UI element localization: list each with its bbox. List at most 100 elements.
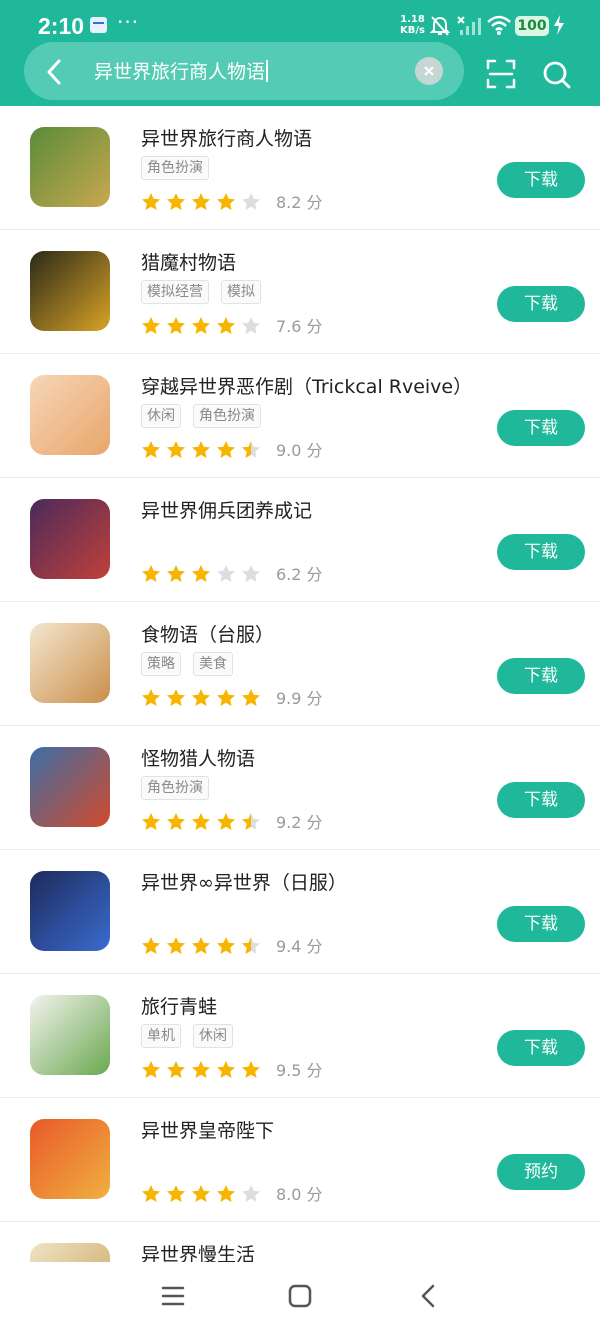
category-tag: 美食 xyxy=(193,652,233,676)
star-icon xyxy=(167,317,185,334)
scan-button[interactable] xyxy=(486,59,516,93)
result-item[interactable]: 猎魔村物语 模拟经营 模拟 7.6 分下载 xyxy=(0,230,600,354)
score-text: 6.2 分 xyxy=(276,565,323,584)
star-icon xyxy=(167,1061,185,1078)
download-button[interactable]: 下载 xyxy=(497,658,585,694)
rating-row: 8.2 分 xyxy=(141,189,323,212)
star-rating xyxy=(141,1059,266,1079)
app-name[interactable]: 猎魔村物语 xyxy=(141,248,236,275)
search-button[interactable] xyxy=(542,60,572,94)
app-icon[interactable] xyxy=(30,623,110,703)
app-icon[interactable] xyxy=(30,747,110,827)
chevron-left-icon[interactable] xyxy=(44,59,64,89)
score-text: 9.0 分 xyxy=(276,441,323,460)
star-icon xyxy=(142,193,160,210)
tag-list: 策略 美食 xyxy=(141,652,245,676)
star-icon xyxy=(142,441,160,458)
category-tag: 角色扮演 xyxy=(193,404,261,428)
result-item[interactable]: 异世界皇帝陛下 8.0 分 预约 xyxy=(0,1098,600,1222)
star-icon xyxy=(167,1185,185,1202)
app-icon[interactable] xyxy=(30,995,110,1075)
app-name[interactable]: 异世界皇帝陛下 xyxy=(141,1116,274,1143)
app-name[interactable]: 异世界佣兵团养成记 xyxy=(141,496,312,523)
result-item[interactable]: 穿越异世界恶作剧（Trickcal Rveive） 休闲 角色扮演 9.0 分 下载 xyxy=(0,354,600,478)
result-item[interactable]: 食物语（台服） 策略 美食 9.9 分 下载 xyxy=(0,602,600,726)
download-button[interactable]: 下载 xyxy=(497,162,585,198)
star-icon xyxy=(192,441,210,458)
rating-row: 6.2 分 xyxy=(141,561,323,584)
star-rating xyxy=(141,811,266,831)
rating-row: 9.5 分 xyxy=(141,1057,323,1080)
category-tag: 策略 xyxy=(141,652,181,676)
app-icon[interactable] xyxy=(30,251,110,331)
download-button[interactable]: 下载 xyxy=(497,410,585,446)
category-tag: 休闲 xyxy=(141,404,181,428)
star-icon xyxy=(192,689,210,706)
star-icon xyxy=(242,937,260,954)
search-bar[interactable]: 异世界旅行商人物语 xyxy=(24,42,464,100)
star-icon xyxy=(242,1061,260,1078)
score-text: 8.2 分 xyxy=(276,193,323,212)
reserve-button[interactable]: 预约 xyxy=(497,1154,585,1190)
star-icon xyxy=(167,689,185,706)
search-input[interactable]: 异世界旅行商人物语 xyxy=(94,57,269,84)
star-icon xyxy=(192,937,210,954)
back-nav-icon[interactable] xyxy=(418,1284,438,1312)
tag-list: 角色扮演 xyxy=(141,776,221,800)
scan-icon xyxy=(486,59,516,89)
app-name[interactable]: 异世界旅行商人物语 xyxy=(141,124,312,151)
star-icon xyxy=(142,689,160,706)
category-tag: 角色扮演 xyxy=(141,156,209,180)
tag-list: 单机 休闲 xyxy=(141,1024,245,1048)
star-icon xyxy=(167,441,185,458)
star-icon xyxy=(242,193,260,210)
star-icon xyxy=(192,317,210,334)
category-tag: 角色扮演 xyxy=(141,776,209,800)
clear-button[interactable] xyxy=(415,57,443,85)
star-icon xyxy=(142,813,160,830)
download-button[interactable]: 下载 xyxy=(497,906,585,942)
text-caret xyxy=(266,60,269,82)
star-icon xyxy=(242,441,260,458)
star-icon xyxy=(142,1185,160,1202)
score-text: 7.6 分 xyxy=(276,317,323,336)
star-rating xyxy=(141,315,266,335)
result-item[interactable]: 异世界∞异世界（日服） 9.4 分 下载 xyxy=(0,850,600,974)
star-icon xyxy=(192,813,210,830)
search-query: 异世界旅行商人物语 xyxy=(94,61,266,83)
star-icon xyxy=(192,193,210,210)
app-icon[interactable] xyxy=(30,499,110,579)
app-name[interactable]: 食物语（台服） xyxy=(141,620,274,647)
star-icon xyxy=(142,565,160,582)
app-name[interactable]: 穿越异世界恶作剧（Trickcal Rveive） xyxy=(141,372,472,399)
app-icon[interactable] xyxy=(30,375,110,455)
app-name[interactable]: 异世界∞异世界（日服） xyxy=(141,868,347,895)
app-name[interactable]: 怪物猎人物语 xyxy=(141,744,255,771)
category-tag: 模拟经营 xyxy=(141,280,209,304)
result-item[interactable]: 旅行青蛙单机 休闲 9.5 分 下载 xyxy=(0,974,600,1098)
star-icon xyxy=(192,1185,210,1202)
app-icon[interactable] xyxy=(30,871,110,951)
download-button[interactable]: 下载 xyxy=(497,782,585,818)
menu-icon[interactable] xyxy=(160,1284,186,1312)
app-name[interactable]: 旅行青蛙 xyxy=(141,992,217,1019)
result-item[interactable]: 怪物猎人物语 角色扮演 9.2 分 下载 xyxy=(0,726,600,850)
more-notifications-icon: ··· xyxy=(117,10,140,34)
star-icon xyxy=(217,317,235,334)
star-icon xyxy=(242,689,260,706)
download-button[interactable]: 下载 xyxy=(497,1030,585,1066)
category-tag: 休闲 xyxy=(193,1024,233,1048)
clear-icon xyxy=(424,66,434,76)
star-rating xyxy=(141,1183,266,1203)
result-item[interactable]: 异世界旅行商人物语 角色扮演 8.2 分 下载 xyxy=(0,106,600,230)
app-icon[interactable] xyxy=(30,1119,110,1199)
star-icon xyxy=(217,193,235,210)
download-button[interactable]: 下载 xyxy=(497,534,585,570)
star-icon xyxy=(217,813,235,830)
wifi-icon xyxy=(486,14,512,40)
home-icon[interactable] xyxy=(287,1284,313,1312)
app-icon[interactable] xyxy=(30,127,110,207)
star-rating xyxy=(141,563,266,583)
result-item[interactable]: 异世界佣兵团养成记 6.2 分 下载 xyxy=(0,478,600,602)
download-button[interactable]: 下载 xyxy=(497,286,585,322)
